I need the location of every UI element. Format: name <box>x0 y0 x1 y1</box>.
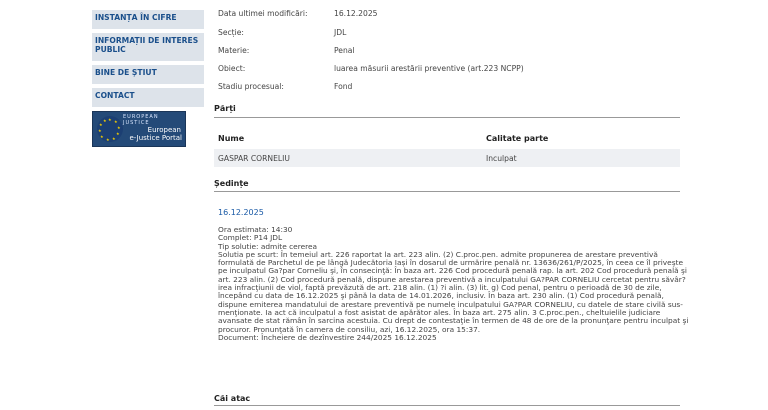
parti-section-title: Părți <box>214 104 236 113</box>
banner-line-2: e-Justice Portal <box>129 134 182 142</box>
banner-top-text: EUROPEAN JUSTICE <box>123 114 159 126</box>
sidebar: INSTANȚA ÎN CIFRE INFORMAȚII DE INTERES … <box>92 10 204 147</box>
detail-value: luarea măsurii arestării preventive (art… <box>334 64 524 73</box>
detail-value: JDL <box>334 28 347 37</box>
detail-label: Secție: <box>218 28 244 37</box>
party-name: GASPAR CORNELIU <box>218 154 290 163</box>
session-date-link[interactable]: 16.12.2025 <box>218 208 264 217</box>
section-divider <box>214 405 680 406</box>
session-line: Document: Încheiere de dezînvestire 244/… <box>218 332 437 342</box>
detail-label: Data ultimei modificări: <box>218 9 308 18</box>
sidebar-item-contact[interactable]: CONTACT <box>92 88 204 107</box>
banner-line-1: European <box>147 126 181 134</box>
sidebar-item-informatii-interes-public[interactable]: INFORMAȚII DE INTERES PUBLIC <box>92 33 204 61</box>
session-details: Ora estimata: 14:30 Complet: P14 JDL Tip… <box>218 225 688 342</box>
detail-value: 16.12.2025 <box>334 9 378 18</box>
sidebar-item-instanta-in-cifre[interactable]: INSTANȚA ÎN CIFRE <box>92 10 204 29</box>
detail-label: Stadiu procesual: <box>218 82 284 91</box>
detail-label: Obiect: <box>218 64 246 73</box>
sidebar-item-bine-de-stiut[interactable]: BINE DE ȘTIUT <box>92 65 204 84</box>
cai-atac-section-title: Căi atac <box>214 394 251 403</box>
detail-value: Fond <box>334 82 353 91</box>
column-header-role: Calitate parte <box>486 134 549 143</box>
e-justice-portal-banner[interactable]: ★ ★ ★ ★ ★ ★ ★ ★ ★ ★ EUROPEAN JUSTICE Eur… <box>92 111 186 147</box>
detail-label: Materie: <box>218 46 250 55</box>
section-divider <box>214 117 680 118</box>
party-role: Inculpat <box>486 154 517 163</box>
sedinte-section-title: Ședințe <box>214 179 249 188</box>
column-header-name: Nume <box>218 134 245 143</box>
detail-value: Penal <box>334 46 355 55</box>
session-line: Ora estimata: 14:30 <box>218 225 293 234</box>
eu-stars-logo-icon: ★ ★ ★ ★ ★ ★ ★ ★ ★ ★ <box>97 116 123 142</box>
parti-table-header: Nume Calitate parte <box>214 128 680 148</box>
section-divider <box>214 191 680 192</box>
table-row: GASPAR CORNELIU Inculpat <box>214 149 680 167</box>
